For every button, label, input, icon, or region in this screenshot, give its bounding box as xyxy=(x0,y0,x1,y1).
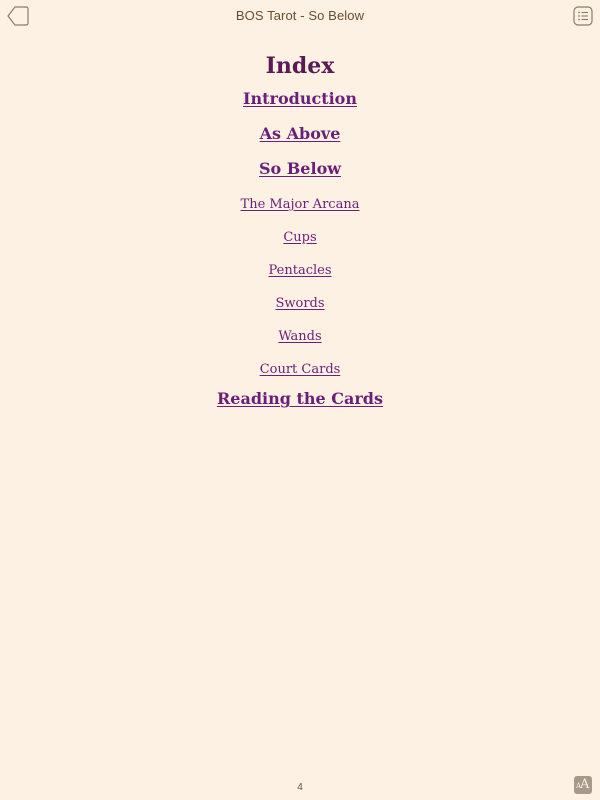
link-introduction[interactable]: Introduction xyxy=(243,89,357,108)
toc-row: As Above xyxy=(0,124,600,144)
toc-row: Introduction xyxy=(0,89,600,109)
font-size-icon[interactable]: A A xyxy=(574,776,592,794)
toc-row: Pentacles xyxy=(0,259,600,280)
link-court-cards[interactable]: Court Cards xyxy=(260,362,341,377)
link-wands[interactable]: Wands xyxy=(278,329,321,344)
link-cups[interactable]: Cups xyxy=(283,230,316,245)
toc-row: The Major Arcana xyxy=(0,193,600,214)
book-title: BOS Tarot - So Below xyxy=(235,8,365,23)
page-number: 4 xyxy=(297,782,303,793)
index-heading: Index xyxy=(265,53,335,79)
link-major-arcana[interactable]: The Major Arcana xyxy=(241,197,360,212)
toc-row: Court Cards xyxy=(0,358,600,379)
link-swords[interactable]: Swords xyxy=(275,296,324,311)
table-of-contents-icon[interactable] xyxy=(573,6,593,26)
index-content: Index Introduction As Above So Below The… xyxy=(0,52,600,409)
link-pentacles[interactable]: Pentacles xyxy=(268,263,331,278)
toc-row: So Below xyxy=(0,159,600,179)
toc-row: Wands xyxy=(0,325,600,346)
link-as-above[interactable]: As Above xyxy=(260,124,341,143)
toc-row: Reading the Cards xyxy=(0,389,600,409)
font-size-icon-large: A xyxy=(580,777,590,792)
link-reading-the-cards[interactable]: Reading the Cards xyxy=(217,389,383,408)
link-so-below[interactable]: So Below xyxy=(259,159,341,178)
toc-row: Swords xyxy=(0,292,600,313)
toc-row: Cups xyxy=(0,226,600,247)
top-bar: BOS Tarot - So Below xyxy=(0,0,600,32)
